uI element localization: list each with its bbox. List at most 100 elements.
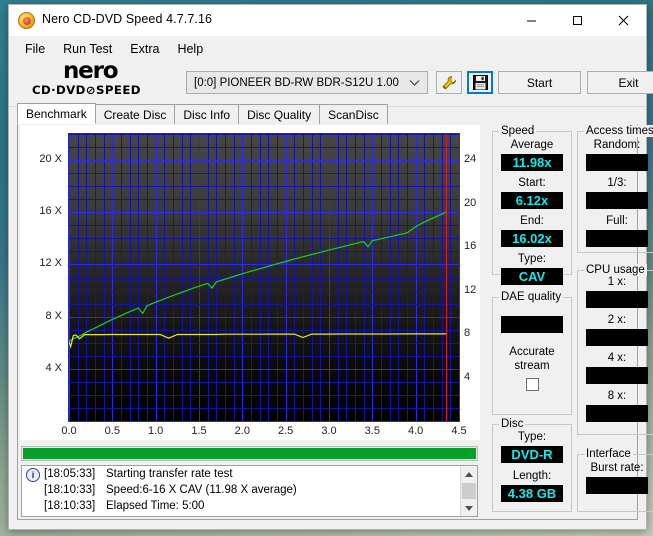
benchmark-panel: 20 X 16 X 12 X 8 X 4 X 24 20 16 12 8 4 0.0 0.5 1.0 1… <box>17 124 653 520</box>
cpu-8x-label: 8 x: <box>607 390 627 402</box>
disc-type-value: DVD-R <box>501 446 563 463</box>
exit-button[interactable]: Exit <box>587 71 653 94</box>
caret-down-icon <box>465 505 473 511</box>
cpu-2x-value <box>586 329 648 346</box>
tab-bar: Benchmark Create Disc Disc Info Disc Qua… <box>17 103 638 125</box>
menu-extra[interactable]: Extra <box>121 40 168 58</box>
log-message: Elapsed Time: 5:00 <box>106 500 205 512</box>
cpu-4x-value <box>586 367 648 384</box>
chart-y-tick-right: 20 <box>464 196 477 209</box>
tab-scandisc[interactable]: ScanDisc <box>319 104 388 124</box>
drive-select[interactable]: [0:0] PIONEER BD-RW BDR-S12U 1.00 <box>186 71 428 94</box>
speed-average-value: 11.98x <box>501 154 563 171</box>
chart-x-tick: 3.0 <box>321 425 337 437</box>
speed-type-value: CAV <box>501 268 563 285</box>
window-title: Nero CD-DVD Speed 4.7.7.16 <box>42 12 213 26</box>
speed-group-label: Speed <box>499 125 537 137</box>
chart-x-tick: 2.0 <box>234 425 250 437</box>
menu-run-test[interactable]: Run Test <box>54 40 121 58</box>
log-panel: i [18:05:33] Starting transfer rate test [1… <box>21 465 478 517</box>
speed-group: Speed Average 11.98x Start: 6.12x End: 1… <box>492 125 572 285</box>
interface-group: Interface Burst rate: <box>577 448 653 512</box>
access-full-label: Full: <box>606 215 628 227</box>
progress-bar-fill <box>23 448 476 459</box>
progress-bar <box>21 446 478 461</box>
logo-slash-icon: ⊘ <box>85 83 97 97</box>
nero-logo: nero CD·DVD⊘SPEED <box>32 58 182 103</box>
chart-series-layer <box>69 211 447 349</box>
burst-rate-value <box>586 477 648 494</box>
chart-plot-area <box>68 133 460 422</box>
close-button[interactable] <box>600 5 646 36</box>
cpu-group-label: CPU usage <box>584 264 647 276</box>
chart-y-tick-right: 16 <box>464 240 477 253</box>
chart-y-tick-right: 4 <box>464 370 471 383</box>
access-times-group: Access times Random: 1/3: Full: <box>577 125 653 253</box>
dae-accurate-label-line1: Accurate <box>509 346 555 358</box>
scroll-up-button[interactable] <box>461 466 477 482</box>
menu-help[interactable]: Help <box>168 40 212 58</box>
tab-create-disc[interactable]: Create Disc <box>94 104 176 124</box>
cpu-usage-group: CPU usage 1 x: 2 x: 4 x: 8 x: <box>577 264 653 435</box>
dae-value <box>501 316 563 333</box>
scroll-down-button[interactable] <box>461 500 477 516</box>
tab-benchmark[interactable]: Benchmark <box>17 103 96 124</box>
chart-y-tick-left: 12 X <box>39 257 62 270</box>
log-message: Starting transfer rate test <box>106 468 233 480</box>
speed-start-label: Start: <box>518 177 546 189</box>
start-button[interactable]: Start <box>498 71 581 94</box>
log-timestamp: [18:10:33] <box>44 500 96 512</box>
logo-sub-right: SPEED <box>96 83 141 97</box>
disc-length-value: 4.38 GB <box>501 485 563 502</box>
nero-cd-dvd-speed-window: Nero CD-DVD Speed 4.7.7.16 File Run Test… <box>8 4 653 530</box>
cpu-1x-label: 1 x: <box>607 276 627 288</box>
drive-select-value: [0:0] PIONEER BD-RW BDR-S12U 1.00 <box>194 76 399 89</box>
chart-y-tick-right: 12 <box>464 283 477 296</box>
access-random-value <box>586 154 648 171</box>
access-third-label: 1/3: <box>607 177 627 189</box>
chart-x-tick: 0.5 <box>104 425 120 437</box>
chart-x-tick: 0.0 <box>61 425 77 437</box>
chart-y-tick-left: 8 X <box>45 309 62 322</box>
disc-length-label: Length: <box>512 470 552 482</box>
chevron-down-icon <box>409 78 420 91</box>
chart-x-tick: 4.5 <box>451 425 467 437</box>
minimize-button[interactable] <box>508 5 554 36</box>
access-group-label: Access times <box>584 125 653 137</box>
log-scrollbar[interactable] <box>460 466 477 516</box>
speed-start-value: 6.12x <box>501 192 563 209</box>
disc-type-label: Type: <box>517 431 547 443</box>
log-entry: [18:10:33] Elapsed Time: 5:00 <box>22 498 477 514</box>
chart-x-tick: 4.0 <box>408 425 424 437</box>
chart-y-tick-right: 24 <box>464 153 477 166</box>
accurate-stream-checkbox[interactable] <box>526 378 539 391</box>
tab-disc-info[interactable]: Disc Info <box>174 104 240 124</box>
wrench-icon[interactable] <box>436 71 462 94</box>
dae-quality-group: DAE quality Accurate stream <box>492 291 572 415</box>
scrollbar-thumb[interactable] <box>462 483 476 499</box>
log-timestamp: [18:05:33] <box>44 468 96 480</box>
log-list: i [18:05:33] Starting transfer rate test [1… <box>22 466 477 514</box>
chart-y-tick-right: 8 <box>464 327 471 340</box>
speed-type-label: Type: <box>517 253 547 265</box>
maximize-button[interactable] <box>554 5 600 36</box>
menu-file[interactable]: File <box>16 40 54 58</box>
chart-gridline-vertical <box>459 134 460 421</box>
save-floppy-icon[interactable] <box>467 71 493 94</box>
cpu-4x-label: 4 x: <box>607 352 627 364</box>
caret-up-icon <box>465 471 473 477</box>
tab-disc-quality[interactable]: Disc Quality <box>238 104 321 124</box>
logo-wordmark: nero <box>63 58 119 84</box>
cpu-1x-value <box>586 291 648 308</box>
chart-x-tick: 1.0 <box>148 425 164 437</box>
chart-y-tick-left: 4 X <box>45 361 62 374</box>
speed-end-value: 16.02x <box>501 230 563 247</box>
logo-sub-left: CD·DVD <box>32 83 86 97</box>
chart-x-tick: 1.5 <box>191 425 207 437</box>
dae-accurate-label-line2: stream <box>514 360 550 372</box>
log-timestamp: [18:10:33] <box>44 484 96 496</box>
chart-gridline-horizontal <box>69 421 459 422</box>
cpu-8x-value <box>586 405 648 422</box>
logo-subtitle: CD·DVD⊘SPEED <box>32 83 141 97</box>
info-icon: i <box>26 468 40 482</box>
